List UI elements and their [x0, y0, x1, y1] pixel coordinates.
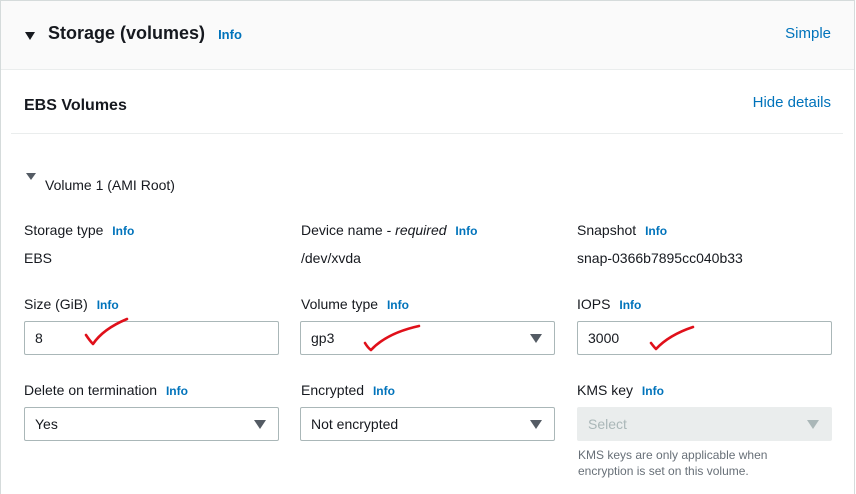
red-checkmark-icon	[84, 317, 129, 346]
collapse-caret-icon[interactable]	[25, 32, 35, 40]
kms-key-hint-line-1: KMS keys are only applicable when	[578, 448, 768, 462]
device-name-value: /dev/xvda	[301, 250, 361, 266]
encrypted-select[interactable]: Not encrypted	[300, 407, 555, 441]
red-checkmark-icon	[363, 324, 421, 352]
delete-on-termination-select-value: Yes	[35, 416, 58, 432]
kms-key-label-text: KMS key	[577, 382, 634, 398]
encrypted-info-link[interactable]: Info	[373, 384, 395, 398]
caret-down-icon	[530, 334, 542, 343]
divider	[11, 133, 843, 134]
caret-down-icon	[530, 420, 542, 429]
volume-type-select-value: gp3	[311, 330, 335, 346]
kms-key-info-link[interactable]: Info	[642, 384, 664, 398]
section-header: Storage (volumes) Info Simple	[1, 1, 854, 70]
device-name-info-link[interactable]: Info	[455, 224, 477, 238]
encrypted-label-text: Encrypted	[301, 382, 365, 398]
storage-type-label-text: Storage type	[24, 222, 104, 238]
encrypted-select-value: Not encrypted	[311, 416, 399, 432]
section-title-text: Storage (volumes)	[48, 23, 206, 43]
volume-type-select[interactable]: gp3	[300, 321, 555, 355]
storage-type-value: EBS	[24, 250, 53, 266]
delete-on-termination-label: Delete on termination Info	[24, 382, 188, 398]
snapshot-info-link[interactable]: Info	[645, 224, 667, 238]
kms-key-select: Select	[577, 407, 832, 441]
kms-key-hint: KMS keys are only applicable when encryp…	[578, 447, 767, 479]
snapshot-label-text: Snapshot	[577, 222, 637, 238]
section-title: Storage (volumes) Info	[48, 23, 242, 44]
caret-down-icon	[254, 420, 266, 429]
volume-title[interactable]: Volume 1 (AMI Root)	[45, 177, 175, 193]
size-input-value: 8	[35, 330, 43, 346]
encrypted-label: Encrypted Info	[301, 382, 395, 398]
ebs-volumes-title: EBS Volumes	[24, 97, 127, 114]
volume-type-label-text: Volume type	[301, 296, 379, 312]
volume-toggle-caret-icon[interactable]	[26, 173, 36, 180]
kms-key-label: KMS key Info	[577, 382, 664, 398]
volume-type-label: Volume type Info	[301, 296, 409, 312]
snapshot-label: Snapshot Info	[577, 222, 667, 238]
kms-key-hint-line-2: encryption is set on this volume.	[578, 464, 749, 478]
delete-on-termination-select[interactable]: Yes	[24, 407, 279, 441]
red-checkmark-icon	[649, 325, 695, 351]
storage-volumes-panel: Storage (volumes) Info Simple EBS Volume…	[0, 0, 855, 494]
size-input[interactable]: 8	[24, 321, 279, 355]
volume-type-info-link[interactable]: Info	[387, 298, 409, 312]
required-marker: required	[395, 222, 447, 238]
delete-on-termination-label-text: Delete on termination	[24, 382, 158, 398]
delete-on-termination-info-link[interactable]: Info	[166, 384, 188, 398]
iops-input-value: 3000	[588, 330, 620, 346]
iops-input[interactable]: 3000	[577, 321, 832, 355]
size-info-link[interactable]: Info	[97, 298, 119, 312]
kms-key-select-placeholder: Select	[588, 416, 627, 432]
iops-label-text: IOPS	[577, 296, 611, 312]
size-label-text: Size (GiB)	[24, 296, 88, 312]
device-name-label: Device name - required Info	[301, 222, 477, 238]
iops-label: IOPS Info	[577, 296, 641, 312]
hide-details-link[interactable]: Hide details	[753, 94, 831, 111]
storage-type-info-link[interactable]: Info	[112, 224, 134, 238]
simple-mode-link[interactable]: Simple	[785, 25, 831, 42]
caret-down-icon	[807, 420, 819, 429]
device-name-label-text: Device name -	[301, 222, 396, 238]
storage-type-label: Storage type Info	[24, 222, 134, 238]
size-label: Size (GiB) Info	[24, 296, 119, 312]
storage-info-link[interactable]: Info	[218, 27, 242, 42]
snapshot-value: snap-0366b7895cc040b33	[577, 250, 743, 266]
iops-info-link[interactable]: Info	[619, 298, 641, 312]
